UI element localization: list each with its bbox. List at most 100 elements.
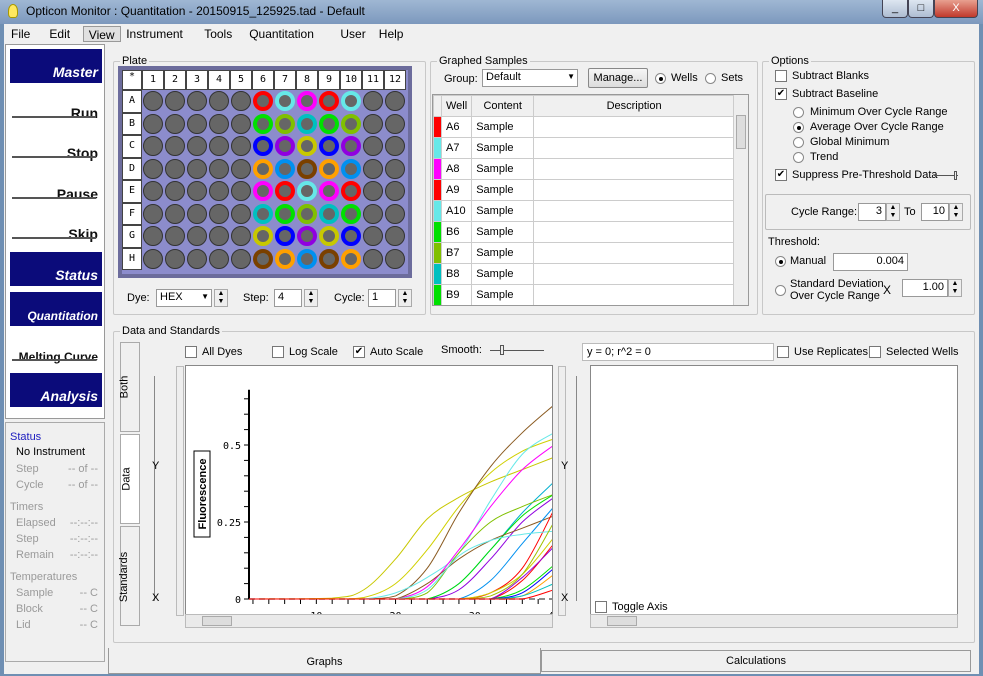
- menu-instrument[interactable]: Instrument: [121, 26, 188, 42]
- well-C2[interactable]: [165, 136, 185, 156]
- tool-quantitation[interactable]: Quantitation: [10, 292, 102, 326]
- sample-content[interactable]: Sample: [471, 116, 535, 138]
- well-A4[interactable]: [209, 91, 229, 111]
- sample-content[interactable]: Sample: [471, 284, 535, 305]
- well-D5[interactable]: [231, 158, 251, 179]
- plate-row-header[interactable]: F: [122, 202, 142, 225]
- menu-file[interactable]: File: [6, 26, 35, 42]
- well-E12[interactable]: [385, 181, 405, 201]
- well-G5[interactable]: [231, 226, 251, 246]
- sample-well[interactable]: A7: [440, 137, 473, 159]
- cycle-from-field[interactable]: 3: [858, 203, 886, 221]
- dye-spinner[interactable]: ▲ ▼: [214, 289, 228, 307]
- menu-view[interactable]: View: [82, 26, 121, 42]
- well-F12[interactable]: [385, 203, 405, 224]
- well-E8[interactable]: [297, 181, 317, 201]
- well-E10[interactable]: [341, 181, 361, 201]
- group-select[interactable]: Default ▼: [482, 69, 578, 87]
- sample-well[interactable]: B8: [440, 263, 473, 285]
- header-description[interactable]: Description: [533, 95, 735, 117]
- well-C12[interactable]: [385, 136, 405, 156]
- well-C6[interactable]: [253, 136, 273, 156]
- sample-row[interactable]: B9 Sample: [433, 284, 735, 305]
- cycle-to-spinner[interactable]: ▲ ▼: [949, 203, 963, 221]
- well-A1[interactable]: [143, 91, 163, 111]
- well-F1[interactable]: [143, 203, 163, 224]
- well-H2[interactable]: [165, 248, 185, 269]
- cycle-spinner[interactable]: ▲ ▼: [398, 289, 412, 307]
- sample-well[interactable]: A10: [440, 200, 473, 222]
- plate-row-header[interactable]: A: [122, 90, 142, 113]
- sample-content[interactable]: Sample: [471, 263, 535, 285]
- sample-row[interactable]: B7 Sample: [433, 242, 735, 264]
- sample-content[interactable]: Sample: [471, 200, 535, 222]
- header-content[interactable]: Content: [471, 95, 535, 117]
- well-C9[interactable]: [319, 136, 339, 156]
- well-C8[interactable]: [297, 136, 317, 156]
- sample-description[interactable]: [533, 242, 735, 264]
- tool-analysis[interactable]: Analysis: [10, 373, 102, 407]
- suppress-threshold-checkbox[interactable]: ✔: [775, 169, 787, 181]
- well-H11[interactable]: [363, 248, 383, 269]
- sample-well[interactable]: A6: [440, 116, 473, 138]
- left-axis-sliders[interactable]: Y X: [144, 366, 184, 616]
- menu-user[interactable]: User: [335, 26, 370, 42]
- tool-pause[interactable]: Pause: [10, 171, 102, 205]
- well-E9[interactable]: [319, 181, 339, 201]
- well-A2[interactable]: [165, 91, 185, 111]
- right-axis-sliders[interactable]: Y X: [558, 366, 592, 616]
- sample-description[interactable]: [533, 200, 735, 222]
- suppress-slider[interactable]: [934, 171, 958, 180]
- well-A8[interactable]: [297, 91, 317, 111]
- sample-row[interactable]: A8 Sample: [433, 158, 735, 180]
- well-B2[interactable]: [165, 113, 185, 134]
- plate-column-header[interactable]: 6: [252, 70, 274, 90]
- well-H4[interactable]: [209, 248, 229, 269]
- well-D4[interactable]: [209, 158, 229, 179]
- manage-button[interactable]: Manage...: [588, 68, 648, 88]
- plate-row-header[interactable]: D: [122, 157, 142, 180]
- well-D1[interactable]: [143, 158, 163, 179]
- sample-row[interactable]: B8 Sample: [433, 263, 735, 285]
- well-C5[interactable]: [231, 136, 251, 156]
- sample-content[interactable]: Sample: [471, 242, 535, 264]
- well-B5[interactable]: [231, 113, 251, 134]
- well-G10[interactable]: [341, 226, 361, 246]
- menu-quantitation[interactable]: Quantitation: [244, 26, 319, 42]
- well-D6[interactable]: [253, 158, 273, 179]
- plate-row-header[interactable]: C: [122, 135, 142, 158]
- subtract-baseline-checkbox[interactable]: ✔: [775, 88, 787, 100]
- step-spinner[interactable]: ▲ ▼: [304, 289, 318, 307]
- well-B6[interactable]: [253, 113, 273, 134]
- plate-column-header[interactable]: 2: [164, 70, 186, 90]
- tool-melting-curve[interactable]: Melting Curve: [10, 333, 102, 367]
- well-B4[interactable]: [209, 113, 229, 134]
- well-G11[interactable]: [363, 226, 383, 246]
- chart-hscroll[interactable]: [185, 614, 553, 628]
- standards-hscroll[interactable]: [590, 614, 958, 628]
- plate-row-header[interactable]: B: [122, 112, 142, 135]
- tool-master[interactable]: Master: [10, 49, 102, 83]
- sample-content[interactable]: Sample: [471, 221, 535, 243]
- smooth-slider[interactable]: [490, 345, 544, 355]
- well-G7[interactable]: [275, 226, 295, 246]
- selected-wells-checkbox[interactable]: [869, 346, 881, 358]
- sample-row[interactable]: A7 Sample: [433, 137, 735, 159]
- sample-well[interactable]: A8: [440, 158, 473, 180]
- standards-chart[interactable]: Toggle Axis: [590, 365, 958, 615]
- well-E11[interactable]: [363, 181, 383, 201]
- well-F5[interactable]: [231, 203, 251, 224]
- well-E1[interactable]: [143, 181, 163, 201]
- header-well[interactable]: Well: [440, 95, 473, 117]
- stddev-multiplier-field[interactable]: 1.00: [902, 279, 948, 297]
- well-G3[interactable]: [187, 226, 207, 246]
- sample-well[interactable]: A9: [440, 179, 473, 201]
- well-B3[interactable]: [187, 113, 207, 134]
- well-D11[interactable]: [363, 158, 383, 179]
- well-B7[interactable]: [275, 113, 295, 134]
- plate-column-header[interactable]: 12: [384, 70, 406, 90]
- sample-content[interactable]: Sample: [471, 179, 535, 201]
- baseline-mode-radio[interactable]: [793, 152, 804, 163]
- plate-row-header[interactable]: G: [122, 225, 142, 248]
- amplification-chart[interactable]: 00.250.510203040FluorescenceCycle: [185, 365, 553, 615]
